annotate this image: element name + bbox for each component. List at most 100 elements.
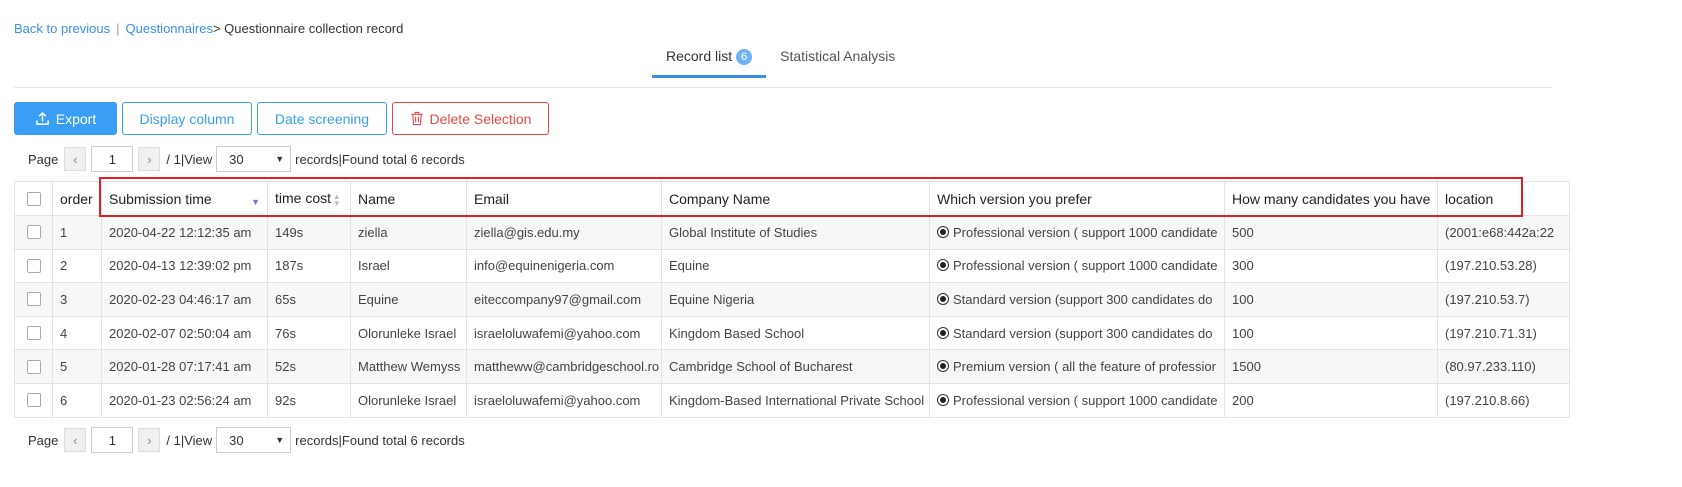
cell-name: Olorunleke Israel bbox=[350, 315, 467, 351]
display-column-button[interactable]: Display column bbox=[122, 102, 252, 135]
delete-selection-button[interactable]: Delete Selection bbox=[392, 102, 549, 135]
prev-page-button[interactable]: ‹ bbox=[64, 428, 87, 452]
row-select-cell bbox=[14, 382, 53, 418]
cell-time-cost: 149s bbox=[267, 215, 351, 250]
table-row[interactable]: 2 2020-04-13 12:39:02 pm 187s Israel info@eq… bbox=[14, 248, 1570, 284]
table-row[interactable]: 5 2020-01-28 07:17:41 am 52s Matthew Wemyss… bbox=[14, 349, 1570, 384]
cell-version: Professional version ( support 1000 cand… bbox=[929, 382, 1225, 418]
row-select-cell bbox=[14, 315, 53, 351]
breadcrumb-separator: | bbox=[116, 21, 120, 36]
col-location: location bbox=[1437, 181, 1570, 216]
export-button[interactable]: Export bbox=[14, 102, 117, 135]
chevron-right-icon: › bbox=[147, 432, 152, 448]
cell-location: (197.210.71.31) bbox=[1437, 315, 1570, 351]
cell-company: Kingdom-Based International Private Scho… bbox=[661, 382, 930, 418]
cell-submission-time: 2020-02-07 02:50:04 am bbox=[101, 315, 268, 351]
cell-location: (2001:e68:442a:22 bbox=[1437, 215, 1570, 250]
cell-version-text: Premium version ( all the feature of pro… bbox=[953, 359, 1216, 375]
tab-record-list-label: Record list bbox=[666, 48, 733, 64]
row-select-cell bbox=[14, 282, 53, 317]
page-size-value: 30 bbox=[229, 432, 244, 448]
sort-desc-icon[interactable]: ▼ bbox=[251, 197, 260, 207]
page-size-select[interactable]: 30 ▼ bbox=[216, 146, 292, 172]
row-checkbox[interactable] bbox=[26, 292, 41, 307]
table-row[interactable]: 4 2020-02-07 02:50:04 am 76s Olorunleke Isr… bbox=[14, 315, 1570, 351]
tab-record-list[interactable]: Record list 6 bbox=[652, 38, 767, 78]
cell-version: Professional version ( support 1000 cand… bbox=[929, 215, 1225, 250]
page-input[interactable] bbox=[91, 427, 134, 453]
cell-time-cost: 52s bbox=[267, 349, 351, 384]
cell-name: Olorunleke Israel bbox=[350, 382, 467, 418]
table-header-row: order Submission time ▼ time cost ▲ ▼ Name … bbox=[14, 181, 1570, 216]
table-row[interactable]: 3 2020-02-23 04:46:17 am 65s Equine eiteccom… bbox=[14, 282, 1570, 317]
cell-version: Standard version (support 300 candidates… bbox=[929, 282, 1225, 317]
col-name: Name bbox=[350, 181, 467, 216]
page-input[interactable] bbox=[91, 146, 134, 172]
cell-name: Israel bbox=[350, 248, 467, 284]
upload-icon bbox=[35, 111, 49, 125]
cell-candidates: 100 bbox=[1224, 315, 1438, 351]
tab-statistical-analysis[interactable]: Statistical Analysis bbox=[766, 38, 909, 78]
row-checkbox[interactable] bbox=[26, 225, 41, 240]
cell-version-text: Standard version (support 300 candidates… bbox=[953, 291, 1213, 307]
cell-version-text: Professional version ( support 1000 cand… bbox=[953, 224, 1218, 240]
row-checkbox[interactable] bbox=[26, 258, 41, 273]
col-submission-time[interactable]: Submission time ▼ bbox=[101, 181, 268, 216]
cell-company: Equine bbox=[661, 248, 930, 284]
total-pages: / 1 bbox=[166, 432, 181, 448]
date-screening-button[interactable]: Date screening bbox=[257, 102, 387, 135]
cell-company: Cambridge School of Bucharest bbox=[661, 349, 930, 384]
chevron-left-icon: ‹ bbox=[73, 432, 78, 448]
cell-order: 2 bbox=[52, 248, 102, 284]
cell-time-cost: 76s bbox=[267, 315, 351, 351]
delete-selection-label: Delete Selection bbox=[429, 110, 532, 127]
row-select-cell bbox=[14, 215, 53, 250]
total-pages: / 1 bbox=[166, 151, 181, 167]
cell-candidates: 1500 bbox=[1224, 349, 1438, 384]
table-row[interactable]: 1 2020-04-22 12:12:35 am 149s ziella ziella@… bbox=[14, 215, 1570, 250]
page-label: Page bbox=[28, 151, 59, 167]
cell-location: (197.210.53.28) bbox=[1437, 248, 1570, 284]
row-select-cell bbox=[14, 349, 53, 384]
cell-company: Global Institute of Studies bbox=[661, 215, 930, 250]
cell-version: Premium version ( all the feature of pro… bbox=[929, 349, 1225, 384]
records-summary: records|Found total 6 records bbox=[295, 151, 465, 167]
prev-page-button[interactable]: ‹ bbox=[64, 147, 87, 171]
cell-location: (197.210.8.66) bbox=[1437, 382, 1570, 418]
next-page-button[interactable]: › bbox=[138, 428, 161, 452]
table-row[interactable]: 6 2020-01-23 02:56:24 am 92s Olorunleke Isr… bbox=[14, 382, 1570, 418]
cell-version: Standard version (support 300 candidates… bbox=[929, 315, 1225, 351]
page-size-select[interactable]: 30 ▼ bbox=[216, 427, 292, 453]
col-company: Company Name bbox=[661, 181, 930, 216]
page-size-value: 30 bbox=[229, 151, 244, 167]
select-all-checkbox[interactable] bbox=[26, 191, 41, 206]
cell-submission-time: 2020-01-28 07:17:41 am bbox=[101, 349, 268, 384]
tab-bar: Record list 6 Statistical Analysis bbox=[652, 38, 909, 78]
next-page-button[interactable]: › bbox=[138, 147, 161, 171]
col-email: Email bbox=[466, 181, 662, 216]
record-count-badge: 6 bbox=[736, 49, 753, 65]
col-time-cost[interactable]: time cost ▲ ▼ bbox=[267, 181, 351, 216]
row-checkbox[interactable] bbox=[26, 359, 41, 374]
col-time-cost-label: time cost bbox=[275, 190, 332, 207]
row-checkbox[interactable] bbox=[26, 393, 41, 408]
cell-order: 1 bbox=[52, 215, 102, 250]
pager-bottom: Page ‹ › / 1 |View 30 ▼ records|Found to… bbox=[28, 427, 465, 453]
cell-submission-time: 2020-01-23 02:56:24 am bbox=[101, 382, 268, 418]
radio-selected-icon bbox=[937, 225, 949, 238]
select-all-cell bbox=[14, 181, 53, 216]
row-checkbox[interactable] bbox=[26, 326, 41, 341]
cell-time-cost: 65s bbox=[267, 282, 351, 317]
cell-name: Equine bbox=[350, 282, 467, 317]
trash-icon bbox=[410, 111, 423, 126]
radio-selected-icon bbox=[937, 292, 949, 305]
sort-icon[interactable]: ▲ ▼ bbox=[333, 192, 341, 207]
cell-company: Kingdom Based School bbox=[661, 315, 930, 351]
back-link[interactable]: Back to previous bbox=[14, 21, 110, 36]
cell-version: Professional version ( support 1000 cand… bbox=[929, 248, 1225, 284]
questionnaires-link[interactable]: Questionnaires bbox=[126, 21, 213, 36]
radio-selected-icon bbox=[937, 393, 949, 406]
records-table: order Submission time ▼ time cost ▲ ▼ Name … bbox=[14, 181, 1570, 418]
cell-time-cost: 92s bbox=[267, 382, 351, 418]
cell-company: Equine Nigeria bbox=[661, 282, 930, 317]
